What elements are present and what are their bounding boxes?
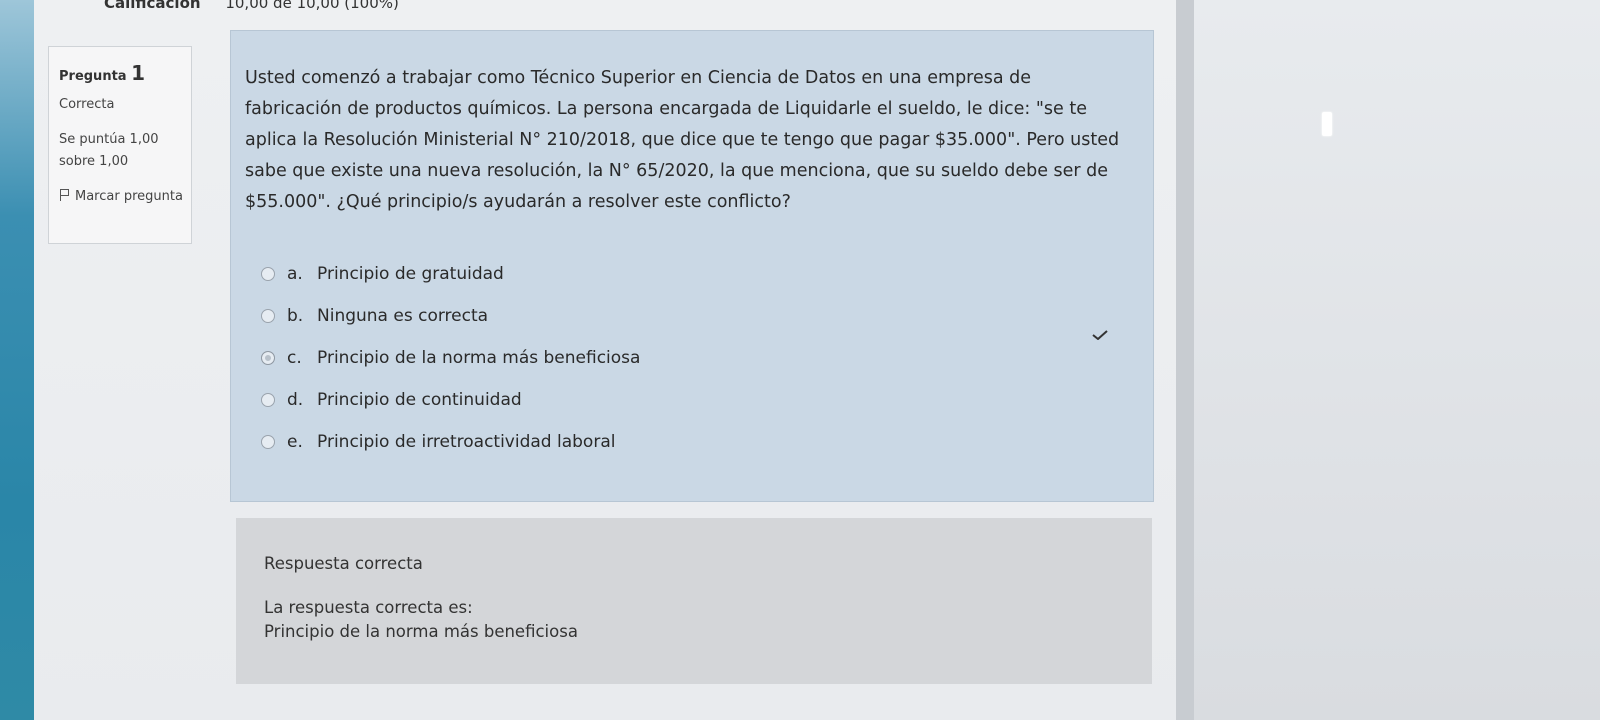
radio-b[interactable] bbox=[261, 309, 275, 323]
option-letter: c. bbox=[287, 348, 302, 368]
check-icon bbox=[1092, 330, 1108, 340]
question-title-label: Pregunta bbox=[59, 69, 127, 84]
radio-d[interactable] bbox=[261, 393, 275, 407]
flag-question-link[interactable]: Marcar pregunta bbox=[59, 185, 187, 209]
correct-answer-label: La respuesta correcta es: bbox=[264, 598, 473, 617]
option-text: Principio de la norma más beneficiosa bbox=[317, 348, 641, 368]
answer-option-e[interactable]: e. Principio de irretroactividad laboral bbox=[261, 421, 640, 463]
flag-label[interactable]: Marcar pregunta bbox=[75, 189, 183, 204]
question-panel: Usted comenzó a trabajar como Técnico Su… bbox=[230, 30, 1154, 502]
grade-label: Calificación bbox=[104, 0, 201, 12]
answer-option-b[interactable]: b. Ninguna es correcta bbox=[261, 295, 640, 337]
blank-area bbox=[1194, 0, 1600, 720]
option-text: Principio de irretroactividad laboral bbox=[317, 432, 616, 452]
correct-answer-text: Principio de la norma más beneficiosa bbox=[264, 622, 578, 641]
option-letter: e. bbox=[287, 432, 303, 452]
option-text: Ninguna es correcta bbox=[317, 306, 489, 326]
question-number: 1 bbox=[131, 61, 146, 85]
grade-value: 10,00 de 10,00 (100%) bbox=[225, 0, 399, 12]
grade-summary: Calificación 10,00 de 10,00 (100%) bbox=[104, 0, 1164, 16]
scrollbar[interactable] bbox=[1176, 0, 1194, 720]
mouse-cursor bbox=[1322, 112, 1332, 136]
question-text: Usted comenzó a trabajar como Técnico Su… bbox=[245, 68, 1120, 212]
question-title: Pregunta 1 bbox=[59, 61, 145, 85]
answer-option-a[interactable]: a. Principio de gratuidad bbox=[261, 253, 640, 295]
question-state: Correcta bbox=[59, 97, 115, 112]
answer-option-c[interactable]: c. Principio de la norma más beneficiosa bbox=[261, 337, 640, 379]
flag-icon[interactable] bbox=[59, 189, 69, 201]
question-grade: Se puntúa 1,00 sobre 1,00 bbox=[59, 132, 159, 169]
feedback-panel: Respuesta correcta La respuesta correcta… bbox=[236, 518, 1152, 684]
answer-options: a. Principio de gratuidad b. Ninguna es … bbox=[261, 253, 640, 463]
radio-e[interactable] bbox=[261, 435, 275, 449]
option-letter: a. bbox=[287, 264, 303, 284]
answer-option-d[interactable]: d. Principio de continuidad bbox=[261, 379, 640, 421]
option-letter: b. bbox=[287, 306, 304, 326]
option-letter: d. bbox=[287, 390, 304, 410]
option-text: Principio de continuidad bbox=[317, 390, 522, 410]
screen-bezel bbox=[0, 0, 34, 720]
option-text: Principio de gratuidad bbox=[317, 264, 504, 284]
radio-c[interactable] bbox=[261, 351, 275, 365]
feedback-status: Respuesta correcta bbox=[264, 554, 423, 573]
radio-a[interactable] bbox=[261, 267, 275, 281]
question-info: Pregunta 1 Correcta Se puntúa 1,00 sobre… bbox=[48, 46, 192, 244]
